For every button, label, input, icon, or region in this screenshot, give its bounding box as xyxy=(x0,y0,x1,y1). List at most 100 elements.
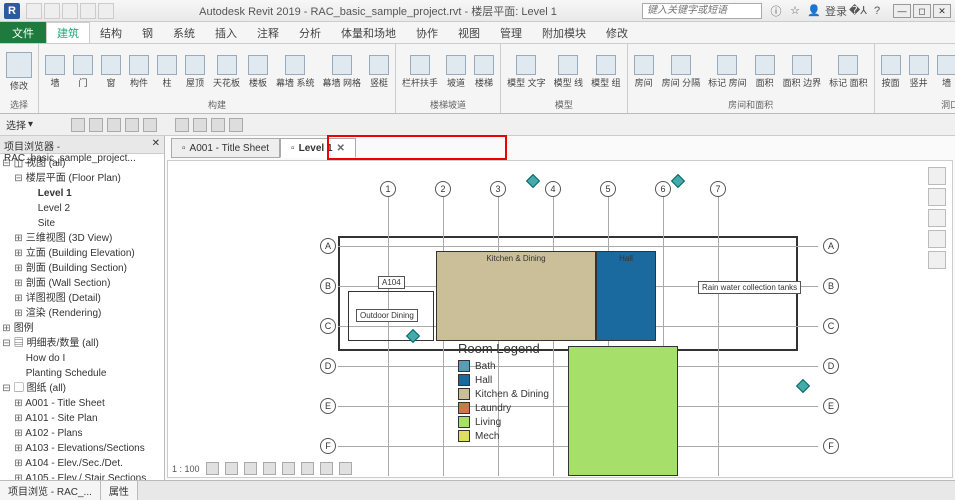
ribbon-btn-2-1[interactable]: 坡道 xyxy=(444,54,468,90)
tree-node-20[interactable]: ⊞ A104 - Elev./Sec./Det. xyxy=(2,456,162,471)
ribbon-tab-7[interactable]: 体量和场地 xyxy=(331,22,406,43)
opt-icon-7[interactable] xyxy=(193,118,207,132)
qat-undo-icon[interactable] xyxy=(62,3,78,19)
ribbon-tab-12[interactable]: 修改 xyxy=(596,22,638,43)
tree-node-1[interactable]: ⊟ 楼层平面 (Floor Plan) xyxy=(2,171,162,186)
star-icon[interactable]: ☆ xyxy=(787,3,803,19)
ribbon-tab-2[interactable]: 钢 xyxy=(132,22,163,43)
ribbon-btn-3-0[interactable]: 模型 文字 xyxy=(505,54,548,90)
tree-twisty-icon[interactable]: ⊞ xyxy=(14,291,23,306)
crop-region-icon[interactable] xyxy=(301,462,314,475)
tree-twisty-icon[interactable]: ⊞ xyxy=(14,426,23,441)
ribbon-btn-1-6[interactable]: 天花板 xyxy=(211,54,242,90)
shadows-icon[interactable] xyxy=(263,462,276,475)
tree-twisty-icon[interactable]: ⊟ xyxy=(2,381,11,396)
minimize-button[interactable]: — xyxy=(893,4,911,18)
ribbon-btn-4-5[interactable]: 标记 面积 xyxy=(827,54,870,90)
tree-node-18[interactable]: ⊞ A102 - Plans xyxy=(2,426,162,441)
ribbon-btn-4-2[interactable]: 标记 房间 xyxy=(706,54,749,90)
tree-node-16[interactable]: ⊞ A001 - Title Sheet xyxy=(2,396,162,411)
nav-cube-icon[interactable] xyxy=(928,188,946,206)
sun-path-icon[interactable] xyxy=(244,462,257,475)
ribbon-btn-5-2[interactable]: 墙 xyxy=(935,54,955,90)
ribbon-btn-5-1[interactable]: 竖井 xyxy=(907,54,931,90)
ribbon-btn-4-1[interactable]: 房间 分隔 xyxy=(660,54,703,90)
status-tab-properties[interactable]: 属性 xyxy=(101,481,138,500)
tree-twisty-icon[interactable]: ⊞ xyxy=(14,306,23,321)
ribbon-btn-4-3[interactable]: 面积 xyxy=(753,54,777,90)
ribbon-btn-1-2[interactable]: 窗 xyxy=(99,54,123,90)
tree-node-2[interactable]: Level 1 xyxy=(2,186,162,201)
tree-node-4[interactable]: Site xyxy=(2,216,162,231)
ribbon-btn-4-0[interactable]: 房间 xyxy=(632,54,656,90)
tree-twisty-icon[interactable]: ⊞ xyxy=(14,246,23,261)
nav-wheel-icon[interactable] xyxy=(928,209,946,227)
ribbon-tab-9[interactable]: 视图 xyxy=(448,22,490,43)
hide-icon[interactable] xyxy=(320,462,333,475)
ribbon-btn-0-0[interactable]: 修改 xyxy=(4,51,34,93)
ribbon-btn-1-7[interactable]: 楼板 xyxy=(246,54,270,90)
ribbon-tab-8[interactable]: 协作 xyxy=(406,22,448,43)
opt-icon-5[interactable] xyxy=(143,118,157,132)
tree-node-9[interactable]: ⊞ 详图视图 (Detail) xyxy=(2,291,162,306)
tree-twisty-icon[interactable]: ⊟ xyxy=(2,336,11,351)
qat-open-icon[interactable] xyxy=(26,3,42,19)
tree-twisty-icon[interactable]: ⊞ xyxy=(14,441,23,456)
tree-node-5[interactable]: ⊞ 三维视图 (3D View) xyxy=(2,231,162,246)
tree-twisty-icon[interactable]: ⊞ xyxy=(14,276,23,291)
maximize-button[interactable]: ◻ xyxy=(913,4,931,18)
status-tab-browser[interactable]: 项目浏览 - RAC_... xyxy=(0,481,101,500)
tree-twisty-icon[interactable]: ⊞ xyxy=(14,456,23,471)
info-icon[interactable]: ⓘ xyxy=(768,3,784,19)
tree-twisty-icon[interactable]: ⊞ xyxy=(14,231,23,246)
tree-node-8[interactable]: ⊞ 剖面 (Wall Section) xyxy=(2,276,162,291)
nav-pan-icon[interactable] xyxy=(928,230,946,248)
ribbon-btn-4-4[interactable]: 面积 边界 xyxy=(781,54,824,90)
tree-node-19[interactable]: ⊞ A103 - Elevations/Sections xyxy=(2,441,162,456)
tree-node-6[interactable]: ⊞ 立面 (Building Elevation) xyxy=(2,246,162,261)
nav-zoom-icon[interactable] xyxy=(928,251,946,269)
opt-icon-9[interactable] xyxy=(229,118,243,132)
tree-node-0[interactable]: ⊟ ◫ 视图 (all) xyxy=(2,156,162,171)
ribbon-btn-1-10[interactable]: 竖梃 xyxy=(367,54,391,90)
tree-node-13[interactable]: How do I xyxy=(2,351,162,366)
qat-save-icon[interactable] xyxy=(44,3,60,19)
opt-icon-6[interactable] xyxy=(175,118,189,132)
file-menu[interactable]: 文件 xyxy=(0,22,46,43)
ribbon-btn-2-2[interactable]: 楼梯 xyxy=(472,54,496,90)
tree-node-15[interactable]: ⊟ ▢ 图纸 (all) xyxy=(2,381,162,396)
opt-icon-1[interactable] xyxy=(71,118,85,132)
tree-twisty-icon[interactable]: ⊞ xyxy=(14,396,23,411)
login-label[interactable]: 登录 xyxy=(825,3,847,19)
browser-close-icon[interactable]: ✕ xyxy=(152,138,160,151)
tree-twisty-icon[interactable]: ⊟ xyxy=(2,156,11,171)
tree-node-14[interactable]: Planting Schedule xyxy=(2,366,162,381)
qat-redo-icon[interactable] xyxy=(80,3,96,19)
search-input[interactable] xyxy=(642,3,762,19)
tree-twisty-icon[interactable]: ⊞ xyxy=(2,321,11,336)
opt-icon-2[interactable] xyxy=(89,118,103,132)
user-icon[interactable]: 👤 xyxy=(806,3,822,19)
ribbon-btn-2-0[interactable]: 栏杆扶手 xyxy=(400,54,440,90)
doc-tab-1[interactable]: ▫Level 1✕ xyxy=(280,138,356,158)
view-scale[interactable]: 1 : 100 xyxy=(172,464,200,474)
ribbon-btn-1-9[interactable]: 幕墙 网格 xyxy=(321,54,364,90)
crop-icon[interactable] xyxy=(282,462,295,475)
ribbon-btn-1-5[interactable]: 屋顶 xyxy=(183,54,207,90)
ribbon-btn-1-1[interactable]: 门 xyxy=(71,54,95,90)
detail-level-icon[interactable] xyxy=(206,462,219,475)
qat-print-icon[interactable] xyxy=(98,3,114,19)
close-button[interactable]: ✕ xyxy=(933,4,951,18)
ribbon-btn-3-2[interactable]: 模型 组 xyxy=(589,54,623,90)
tree-node-17[interactable]: ⊞ A101 - Site Plan xyxy=(2,411,162,426)
tree-twisty-icon[interactable]: ⊞ xyxy=(14,261,23,276)
ribbon-btn-1-8[interactable]: 幕墙 系统 xyxy=(274,54,317,90)
ribbon-tab-10[interactable]: 管理 xyxy=(490,22,532,43)
tree-node-10[interactable]: ⊞ 渲染 (Rendering) xyxy=(2,306,162,321)
ribbon-tab-0[interactable]: 建筑 xyxy=(46,22,90,43)
ribbon-tab-4[interactable]: 插入 xyxy=(205,22,247,43)
tree-node-21[interactable]: ⊞ A105 - Elev./ Stair Sections xyxy=(2,471,162,480)
ribbon-btn-5-0[interactable]: 按面 xyxy=(879,54,903,90)
tree-node-12[interactable]: ⊟ ▤ 明细表/数量 (all) xyxy=(2,336,162,351)
tree-twisty-icon[interactable]: ⊞ xyxy=(14,471,23,480)
